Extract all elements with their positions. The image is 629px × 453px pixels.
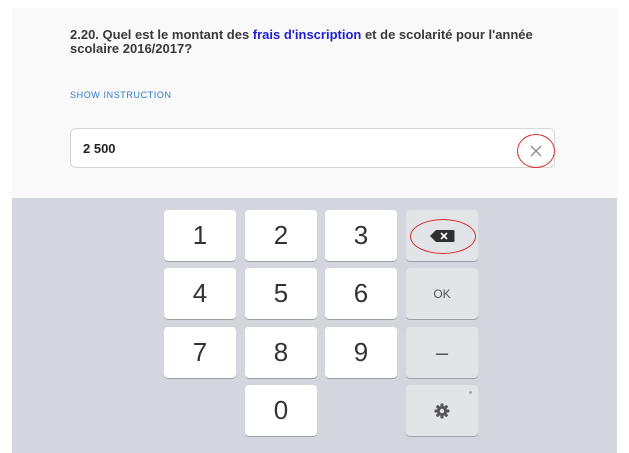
key-1[interactable]: 1 [164, 210, 236, 261]
question-highlight-link[interactable]: frais d'inscription [253, 27, 362, 42]
ok-key[interactable]: OK [406, 268, 478, 319]
key-0[interactable]: 0 [245, 385, 317, 436]
key-9[interactable]: 9 [325, 327, 397, 378]
minus-key[interactable]: – [406, 327, 478, 378]
question-panel: 2.20. Quel est le montant des frais d'in… [12, 8, 617, 198]
backspace-key[interactable] [406, 210, 478, 261]
key-2[interactable]: 2 [245, 210, 317, 261]
key-5[interactable]: 5 [245, 268, 317, 319]
key-8[interactable]: 8 [245, 327, 317, 378]
answer-input[interactable]: 2 500 [70, 128, 555, 168]
numeric-keyboard: 1 2 3 4 5 6 OK 7 8 9 – 0 [12, 198, 617, 453]
key-6[interactable]: 6 [325, 268, 397, 319]
question-text-before: 2.20. Quel est le montant des [70, 27, 253, 42]
show-instruction-link[interactable]: SHOW INSTRUCTION [70, 90, 172, 100]
settings-key[interactable] [406, 385, 478, 436]
corner-dot [469, 391, 472, 394]
question-text: 2.20. Quel est le montant des frais d'in… [70, 28, 570, 56]
key-3[interactable]: 3 [325, 210, 397, 261]
answer-value: 2 500 [83, 141, 116, 156]
gear-icon [434, 403, 450, 418]
key-7[interactable]: 7 [164, 327, 236, 378]
clear-button[interactable] [517, 134, 555, 168]
key-4[interactable]: 4 [164, 268, 236, 319]
backspace-icon [430, 229, 455, 242]
close-icon [530, 145, 542, 157]
